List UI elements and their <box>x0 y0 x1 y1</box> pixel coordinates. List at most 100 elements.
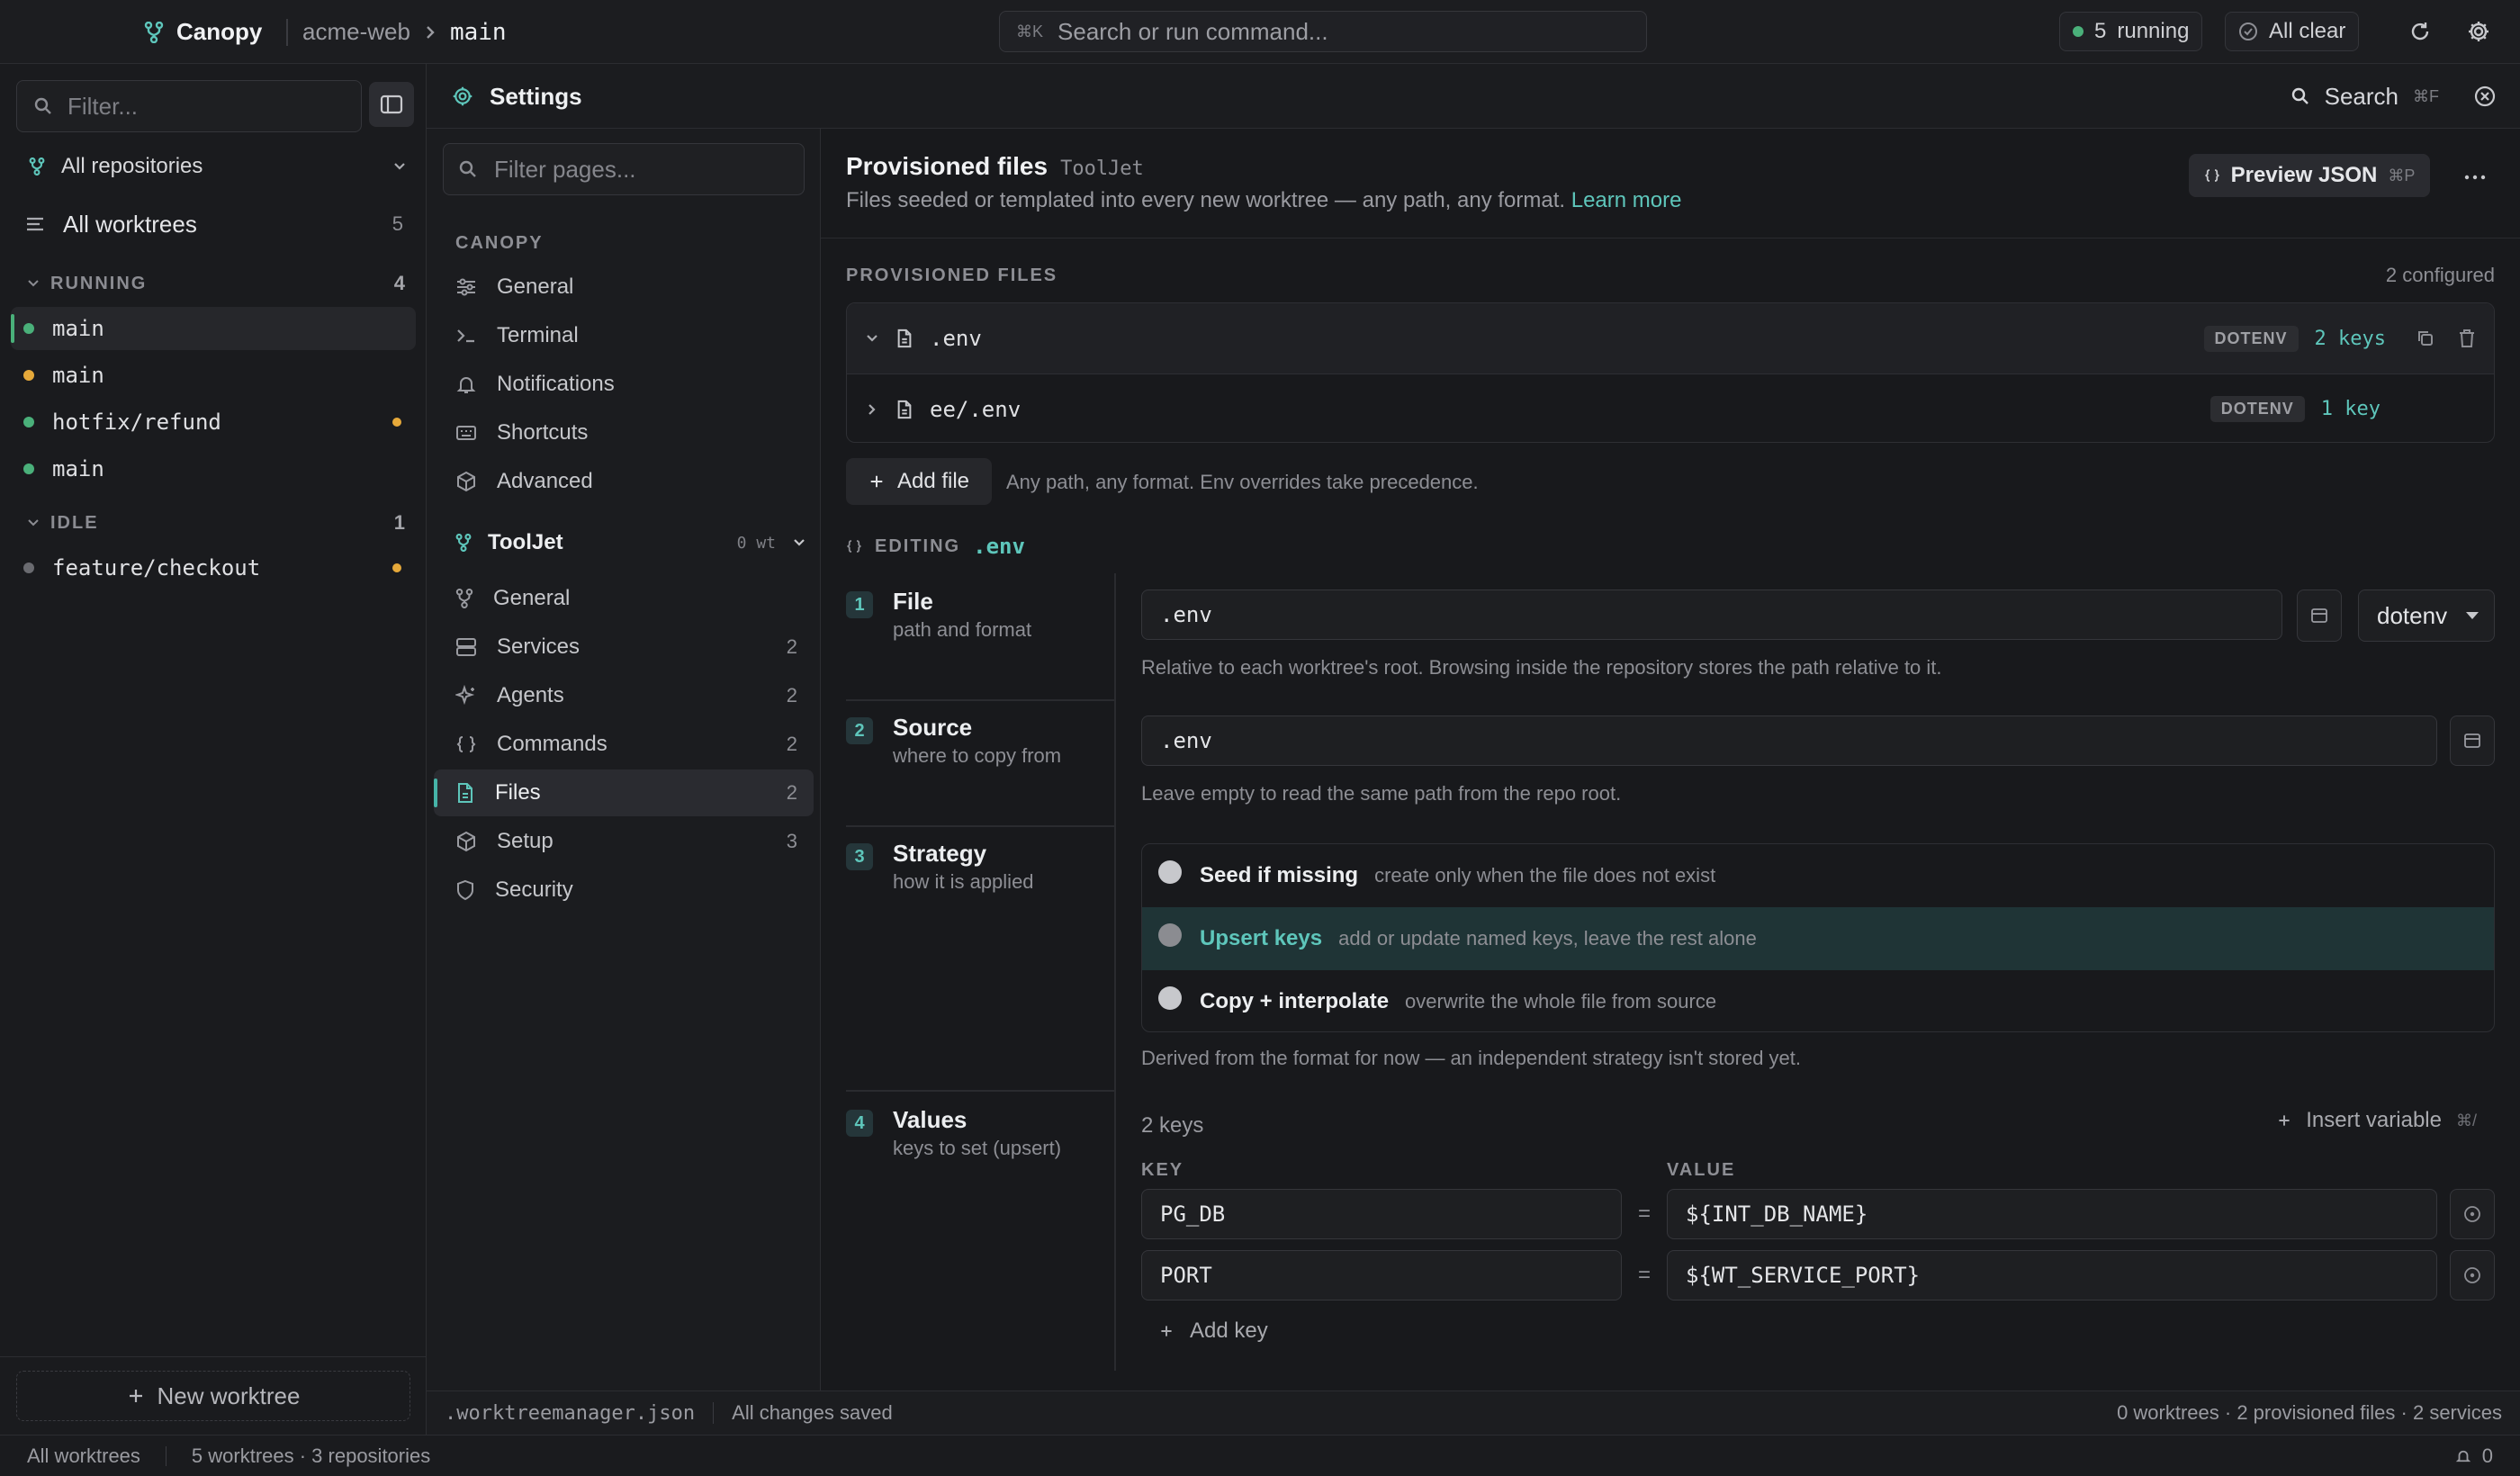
sidebar-panel-icon <box>380 94 403 114</box>
worktree-filter-input[interactable]: Filter... <box>16 80 362 132</box>
breadcrumb-branch[interactable]: main <box>450 19 507 46</box>
nav-item-commands[interactable]: Commands 2 <box>434 721 814 768</box>
strategy-option-seed[interactable]: Seed if missing create only when the fil… <box>1142 844 2494 907</box>
insert-variable-button[interactable]: Insert variable ⌘/ <box>2277 1108 2477 1133</box>
nav-item-advanced[interactable]: Advanced <box>434 458 814 505</box>
browse-source-button[interactable] <box>2450 716 2495 766</box>
file-path-input[interactable]: .env <box>1141 590 2282 640</box>
value-input[interactable]: ${WT_SERVICE_PORT} <box>1667 1250 2437 1300</box>
key-input[interactable]: PG_DB <box>1141 1189 1622 1239</box>
preview-json-button[interactable]: Preview JSON ⌘P <box>2189 154 2430 197</box>
nav-item-count: 2 <box>786 684 797 706</box>
new-worktree-button[interactable]: New worktree <box>16 1371 410 1421</box>
page-filter-input[interactable]: Filter pages... <box>443 143 805 195</box>
nav-item-shortcuts[interactable]: Shortcuts <box>434 410 814 456</box>
nav-item-project-general[interactable]: General <box>434 575 814 622</box>
nav-item-services[interactable]: Services 2 <box>434 624 814 670</box>
status-dot-icon <box>23 417 34 428</box>
worktree-name: hotfix/refund <box>52 410 221 435</box>
radio-button[interactable] <box>1158 986 1182 1010</box>
group-header-idle[interactable]: IDLE 1 <box>27 507 405 539</box>
health-status-pill[interactable]: All clear <box>2225 12 2360 51</box>
worktree-item[interactable]: hotfix/refund <box>11 400 416 444</box>
chevron-right-icon <box>425 24 436 40</box>
strategy-option-copy[interactable]: Copy + interpolate overwrite the whole f… <box>1142 970 2494 1031</box>
worktree-item[interactable]: main <box>11 447 416 490</box>
running-dot-icon <box>2073 26 2084 37</box>
check-circle-icon <box>2238 22 2258 41</box>
nav-item-general[interactable]: General <box>434 264 814 310</box>
strategy-option-upsert[interactable]: Upsert keys add or update named keys, le… <box>1142 907 2494 970</box>
chevron-down-icon <box>392 161 407 172</box>
shield-icon <box>455 879 475 901</box>
worktree-item[interactable]: main <box>11 354 416 397</box>
close-icon[interactable] <box>2473 85 2497 108</box>
breadcrumb-repo[interactable]: acme-web <box>302 18 410 46</box>
nav-item-count: 2 <box>786 635 797 658</box>
more-options-button[interactable] <box>2457 161 2493 194</box>
remove-key-button[interactable] <box>2450 1189 2495 1239</box>
project-header[interactable]: ToolJet 0 wt <box>455 525 806 561</box>
notifications-button[interactable]: 0 <box>2455 1444 2493 1468</box>
command-palette-input[interactable]: ⌘K Search or run command... <box>999 11 1647 52</box>
settings-navigation: Filter pages... CANOPY General Terminal … <box>427 129 821 1390</box>
plus-icon <box>1159 1324 1174 1338</box>
radio-button[interactable] <box>1158 923 1182 947</box>
step-title: Strategy <box>893 840 987 867</box>
chevron-down-icon[interactable] <box>865 333 879 344</box>
config-file-name[interactable]: .worktreemanager.json <box>445 1402 695 1425</box>
sidebar-toggle-button[interactable] <box>369 82 414 127</box>
nav-item-setup[interactable]: Setup 3 <box>434 818 814 865</box>
all-worktrees-label: All worktrees <box>63 210 197 238</box>
key-input[interactable]: PORT <box>1141 1250 1622 1300</box>
branch-icon <box>144 21 164 43</box>
command-shortcut: ⌘K <box>1016 22 1044 40</box>
copy-icon[interactable] <box>2416 329 2434 347</box>
radio-button[interactable] <box>1158 860 1182 884</box>
running-status-pill[interactable]: 5 running <box>2059 12 2203 51</box>
nav-item-count: 2 <box>786 733 797 755</box>
worktree-item[interactable]: main <box>11 307 416 350</box>
group-count: 4 <box>393 272 405 294</box>
step-number: 4 <box>846 1110 873 1137</box>
worktree-item[interactable]: feature/checkout <box>11 546 416 590</box>
key-column-header: KEY <box>1141 1160 1184 1180</box>
editing-file-name: .env <box>973 534 1025 559</box>
nav-item-notifications[interactable]: Notifications <box>434 361 814 408</box>
file-row[interactable]: ee/.env DOTENV 1 key <box>847 374 2494 442</box>
gear-icon <box>452 86 473 107</box>
nav-item-count: 3 <box>786 830 797 852</box>
format-select[interactable]: dotenv <box>2358 590 2495 642</box>
add-key-button[interactable]: Add key <box>1159 1318 1268 1344</box>
equals-sign: = <box>1638 1263 1652 1287</box>
strategy-description: add or update named keys, leave the rest… <box>1338 927 1757 950</box>
nav-item-agents[interactable]: Agents 2 <box>434 672 814 719</box>
page-title-text: Provisioned files <box>846 152 1048 180</box>
nav-item-security[interactable]: Security <box>434 867 814 914</box>
source-path-input[interactable]: .env <box>1141 716 2437 766</box>
value-input[interactable]: ${INT_DB_NAME} <box>1667 1189 2437 1239</box>
sparkle-icon <box>455 685 477 706</box>
chevron-right-icon[interactable] <box>865 402 879 417</box>
settings-search-button[interactable]: Search ⌘F <box>2290 64 2439 129</box>
trash-icon[interactable] <box>2458 328 2476 348</box>
learn-more-link[interactable]: Learn more <box>1571 188 1682 212</box>
status-scope[interactable]: All worktrees <box>27 1444 140 1468</box>
step-divider <box>846 825 1114 827</box>
gear-icon[interactable] <box>2466 19 2491 44</box>
group-header-running[interactable]: RUNNING 4 <box>27 267 405 300</box>
file-row[interactable]: .env DOTENV 2 keys <box>847 303 2494 374</box>
all-worktrees-item[interactable]: All worktrees 5 <box>25 206 403 242</box>
browse-file-button[interactable] <box>2297 590 2342 642</box>
nav-item-files[interactable]: Files 2 <box>434 770 814 816</box>
nav-item-terminal[interactable]: Terminal <box>434 312 814 359</box>
repository-selector[interactable]: All repositories <box>29 148 407 184</box>
app-brand[interactable]: Canopy <box>144 0 262 64</box>
remove-key-button[interactable] <box>2450 1250 2495 1300</box>
refresh-icon[interactable] <box>2408 20 2432 43</box>
folder-browse-icon <box>2310 608 2328 624</box>
strategy-hint: Derived from the format for now — an ind… <box>1141 1047 1802 1069</box>
step-number: 3 <box>846 843 873 870</box>
step-subtitle: how it is applied <box>893 870 1034 893</box>
add-file-button[interactable]: Add file <box>846 458 992 505</box>
